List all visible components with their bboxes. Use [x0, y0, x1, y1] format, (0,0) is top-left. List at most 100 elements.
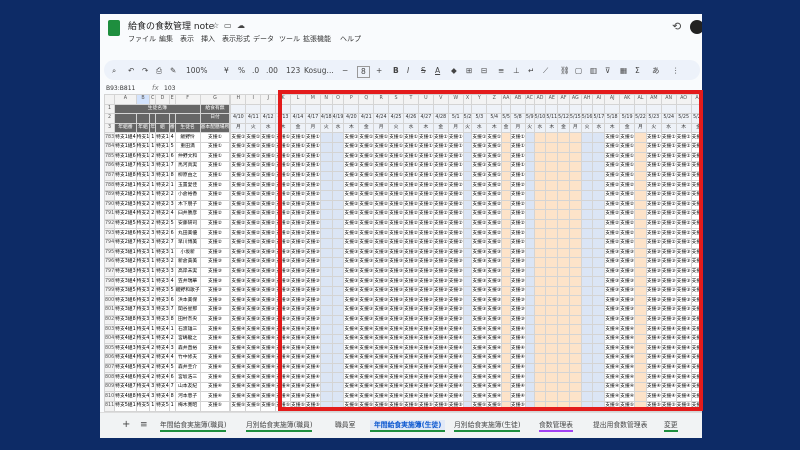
column-header[interactable]: AP [690, 94, 702, 105]
meal-cell[interactable] [524, 333, 535, 345]
meal-cell[interactable] [501, 170, 511, 182]
meal-cell[interactable] [319, 285, 333, 297]
meal-cell[interactable]: 支援② [245, 218, 262, 230]
meal-cell[interactable]: 支援③ [660, 266, 677, 278]
meal-cell[interactable]: 支援④ [373, 391, 390, 402]
meal-cell[interactable]: 支援① [447, 161, 464, 172]
meal-cell[interactable]: 支援④ [471, 353, 488, 364]
cell[interactable]: 特支2 [135, 237, 151, 249]
meal-cell[interactable]: 支援① [275, 151, 292, 163]
meal-cell[interactable] [545, 295, 559, 307]
cell[interactable] [358, 103, 375, 115]
meal-cell[interactable]: 支援③ [471, 257, 488, 268]
meal-cell[interactable]: 支援③ [343, 257, 360, 268]
meal-cell[interactable] [319, 343, 333, 355]
date-header[interactable]: 4/26 [403, 113, 419, 124]
meal-cell[interactable]: 支援④ [304, 333, 321, 345]
meal-cell[interactable]: 支援⑤ [373, 401, 390, 412]
meal-cell[interactable]: 支援③ [690, 257, 702, 268]
meal-cell[interactable]: 支援② [660, 209, 677, 220]
meal-cell[interactable]: 支援④ [245, 353, 262, 364]
meal-cell[interactable]: 支援① [373, 161, 390, 172]
decrease-decimal-button[interactable]: .0 [252, 66, 259, 76]
meal-cell[interactable]: 支援② [619, 228, 636, 239]
cell[interactable] [634, 103, 647, 115]
doc-title[interactable]: 給食の食数管理 note [128, 19, 214, 32]
meal-cell[interactable]: 支援① [509, 132, 526, 143]
cell[interactable]: 特支4 [135, 343, 151, 355]
meal-cell[interactable] [533, 141, 547, 153]
meal-cell[interactable]: 支援④ [690, 372, 702, 383]
cell[interactable]: 支援② [199, 180, 231, 191]
folder-icon[interactable]: ▭ [224, 21, 232, 31]
meal-cell[interactable]: 支援④ [645, 343, 662, 355]
meal-cell[interactable] [501, 266, 511, 278]
meal-cell[interactable] [580, 141, 594, 153]
meal-cell[interactable]: 支援① [403, 151, 419, 163]
meal-cell[interactable]: 支援③ [388, 305, 405, 316]
meal-cell[interactable] [580, 333, 594, 345]
meal-cell[interactable]: 支援④ [660, 333, 677, 345]
meal-cell[interactable]: 支援② [403, 199, 419, 211]
meal-cell[interactable]: 支援③ [675, 266, 692, 278]
meal-cell[interactable]: 支援④ [675, 353, 692, 364]
cell[interactable]: 特支3 [155, 276, 170, 287]
cell[interactable]: 特支4 [135, 391, 151, 402]
meal-cell[interactable] [592, 257, 606, 268]
meal-cell[interactable]: 支援④ [675, 381, 692, 393]
meal-cell[interactable]: 支援① [230, 141, 247, 153]
meal-cell[interactable]: 支援① [275, 132, 292, 143]
meal-cell[interactable]: 支援① [447, 141, 464, 153]
meal-cell[interactable]: 支援① [690, 141, 702, 153]
meal-cell[interactable]: 支援③ [509, 305, 526, 316]
cell[interactable] [604, 103, 621, 115]
meal-cell[interactable] [462, 237, 473, 249]
date-header[interactable]: 5/5 [501, 113, 511, 124]
meal-cell[interactable]: 支援④ [343, 362, 360, 374]
sheets-logo-icon[interactable] [108, 20, 120, 36]
meal-cell[interactable] [568, 324, 582, 335]
weekday-header[interactable]: 月 [634, 122, 647, 134]
meal-cell[interactable] [524, 189, 535, 201]
meal-cell[interactable]: 支援② [690, 237, 702, 249]
meal-cell[interactable]: 支援① [432, 170, 449, 182]
cell[interactable]: 特支4 [135, 324, 151, 335]
meal-cell[interactable]: 支援② [604, 180, 621, 191]
cell[interactable]: 笠井瑞華 [174, 276, 201, 287]
text-color-button[interactable]: A [435, 66, 440, 76]
cell[interactable]: 玉置愛佳 [174, 180, 201, 191]
meal-cell[interactable]: 支援① [675, 161, 692, 172]
meal-cell[interactable]: 支援① [660, 132, 677, 143]
cell[interactable] [580, 103, 594, 115]
meal-cell[interactable]: 支援④ [388, 324, 405, 335]
meal-cell[interactable] [331, 305, 345, 316]
functions-icon[interactable]: Σ [635, 66, 640, 76]
meal-cell[interactable] [533, 170, 547, 182]
meal-cell[interactable] [557, 324, 570, 335]
meal-cell[interactable]: 支援② [373, 237, 390, 249]
menu-format[interactable]: 表示形式 [222, 34, 250, 44]
meal-cell[interactable]: 支援① [373, 132, 390, 143]
meal-cell[interactable]: 支援③ [230, 276, 247, 287]
meal-cell[interactable] [568, 266, 582, 278]
row-number[interactable]: 789 [104, 189, 116, 201]
star-icon[interactable]: ☆ [212, 21, 219, 31]
meal-cell[interactable]: 支援① [290, 132, 306, 143]
row-number[interactable]: 795 [104, 247, 116, 259]
meal-cell[interactable] [533, 343, 547, 355]
tab-monthly-students[interactable]: 月別給食実施簿(生徒) [454, 420, 521, 432]
meal-cell[interactable]: 支援③ [604, 305, 621, 316]
meal-cell[interactable]: 支援① [619, 141, 636, 153]
row-number[interactable]: 801 [104, 305, 116, 316]
meal-cell[interactable] [580, 362, 594, 374]
meal-cell[interactable]: 支援③ [304, 305, 321, 316]
meal-cell[interactable] [501, 333, 511, 345]
meal-cell[interactable] [524, 257, 535, 268]
meal-cell[interactable]: 支援② [260, 180, 277, 191]
meal-cell[interactable]: 支援② [290, 209, 306, 220]
meal-cell[interactable]: 支援④ [304, 362, 321, 374]
meal-cell[interactable]: 支援③ [245, 305, 262, 316]
meal-cell[interactable]: 支援① [245, 170, 262, 182]
meal-cell[interactable] [592, 353, 606, 364]
meal-cell[interactable] [634, 353, 647, 364]
